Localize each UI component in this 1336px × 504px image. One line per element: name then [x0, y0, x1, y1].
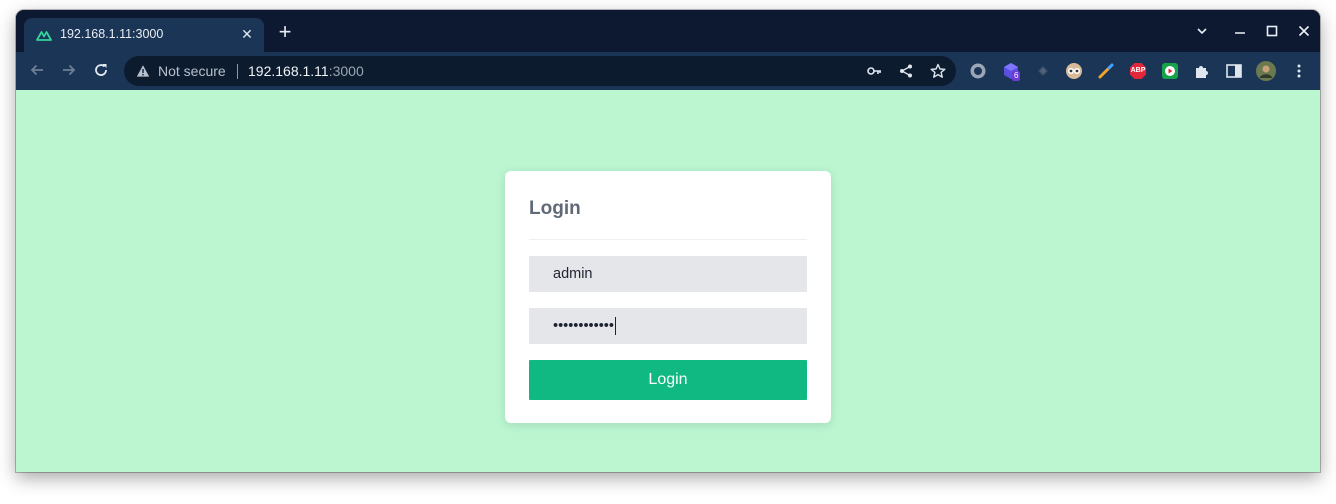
url-port: :3000 [328, 63, 364, 79]
close-window-button[interactable] [1292, 20, 1316, 42]
pen-extension-icon[interactable] [1097, 62, 1115, 80]
tab-search-icon[interactable] [1190, 20, 1214, 42]
share-icon[interactable] [898, 63, 914, 79]
minimize-button[interactable] [1228, 20, 1252, 42]
password-field[interactable] [529, 308, 807, 344]
url-text[interactable]: 192.168.1.11:3000 [248, 63, 364, 79]
owl-extension-icon[interactable] [1065, 62, 1083, 80]
tab-close-icon[interactable]: ✕ [238, 25, 256, 43]
video-extension-icon[interactable] [1161, 62, 1179, 80]
puzzle-dim-extension-icon[interactable] [1034, 62, 1052, 80]
username-field[interactable] [529, 256, 807, 292]
profile-avatar[interactable] [1256, 61, 1276, 81]
menu-kebab-icon[interactable] [1290, 62, 1308, 80]
browser-window: 192.168.1.11:3000 ✕ + Not secure 192.168… [16, 10, 1320, 472]
bookmark-star-icon[interactable] [930, 63, 946, 79]
key-icon[interactable] [866, 63, 882, 79]
extensions-puzzle-icon[interactable] [1193, 62, 1211, 80]
text-cursor [615, 317, 616, 335]
page-viewport: Login Login [16, 90, 1320, 472]
login-card: Login Login [505, 171, 831, 423]
cube-extension-icon[interactable]: 6 [1002, 62, 1021, 81]
tab-strip: 192.168.1.11:3000 ✕ + [16, 10, 1320, 52]
browser-toolbar: Not secure 192.168.1.11:3000 6 ABP [16, 52, 1320, 90]
address-divider [237, 64, 238, 79]
login-title: Login [529, 198, 581, 219]
maximize-button[interactable] [1260, 20, 1284, 42]
tab-title: 192.168.1.11:3000 [60, 27, 164, 41]
url-host: 192.168.1.11 [248, 63, 329, 79]
login-button[interactable]: Login [529, 360, 807, 400]
forward-button[interactable] [58, 61, 80, 81]
security-status-text[interactable]: Not secure [158, 63, 226, 79]
address-bar[interactable]: Not secure 192.168.1.11:3000 [124, 56, 956, 86]
side-panel-icon[interactable] [1225, 62, 1243, 80]
extension-badge: 6 [1012, 71, 1021, 81]
back-button[interactable] [26, 61, 48, 81]
new-tab-button[interactable]: + [274, 21, 296, 44]
nuxt-favicon-icon [36, 31, 52, 41]
record-extension-icon[interactable] [969, 62, 987, 80]
warning-icon[interactable] [136, 64, 150, 78]
tab-active[interactable]: 192.168.1.11:3000 ✕ [24, 18, 264, 52]
adblock-plus-label: ABP [1130, 67, 1146, 74]
adblock-plus-extension-icon[interactable]: ABP [1129, 62, 1147, 80]
reload-button[interactable] [90, 61, 112, 81]
title-divider [529, 239, 807, 240]
